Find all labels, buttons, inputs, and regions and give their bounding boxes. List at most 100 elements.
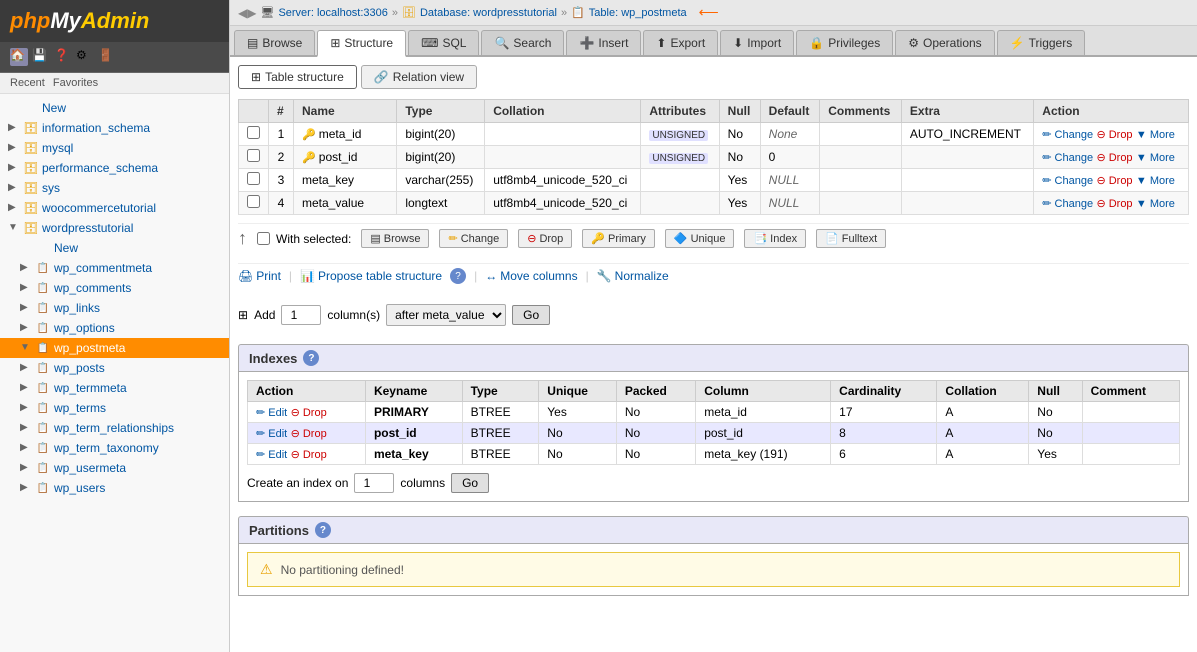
idx-edit-1[interactable]: ✏ Edit (256, 428, 287, 440)
row-collation-post_id (485, 146, 641, 169)
with-selected-change[interactable]: ✏ Change (439, 229, 508, 248)
tree-type-icon-wp_term_taxonomy: 📋 (35, 440, 51, 456)
sidebar-item-wp_links[interactable]: ▶📋wp_links (0, 298, 229, 318)
idx-drop-0[interactable]: ⊖ Drop (291, 407, 327, 419)
tree-type-icon-wp_commentmeta: 📋 (35, 260, 51, 276)
tab-privileges[interactable]: 🔒Privileges (796, 30, 893, 55)
add-cols-go[interactable]: Go (512, 305, 550, 325)
settings-icon[interactable]: ⚙ (76, 48, 94, 66)
sidebar-item-wp_postmeta[interactable]: ▼📋wp_postmeta (0, 338, 229, 358)
sidebar-item-sys[interactable]: ▶🗄sys (0, 178, 229, 198)
tab-operations[interactable]: ⚙Operations (895, 30, 994, 55)
breadcrumb-server[interactable]: Server: localhost:3306 (278, 7, 387, 19)
action-change-meta_value[interactable]: ✏ Change (1042, 198, 1093, 210)
tab-structure[interactable]: ⊞Structure (317, 30, 406, 57)
tools-sep3: | (586, 269, 589, 283)
help-badge-propose[interactable]: ? (450, 268, 466, 284)
recent-link[interactable]: Recent (10, 77, 45, 89)
sidebar-item-wp_users[interactable]: ▶📋wp_users (0, 478, 229, 498)
with-selected-unique[interactable]: 🔷 Unique (665, 229, 735, 248)
print-link[interactable]: 🖨 Print (238, 269, 281, 283)
with-selected-browse[interactable]: ▤ Browse (361, 229, 429, 248)
indexes-help-icon[interactable]: ? (303, 350, 319, 366)
action-more-meta_key[interactable]: ▼ More (1136, 175, 1175, 187)
expand-icon-wp_comments: ▶ (20, 282, 32, 294)
breadcrumb-database[interactable]: Database: wordpresstutorial (420, 7, 557, 19)
with-selected-primary[interactable]: 🔑 Primary (582, 229, 655, 248)
sidebar-item-performance_schema[interactable]: ▶🗄performance_schema (0, 158, 229, 178)
tree-type-icon-sys: 🗄 (23, 180, 39, 196)
sidebar-item-wpt_new[interactable]: New (0, 238, 229, 258)
tab-triggers[interactable]: ⚡Triggers (997, 30, 1086, 55)
action-drop-meta_key[interactable]: ⊖ Drop (1096, 175, 1132, 187)
idx-drop-2[interactable]: ⊖ Drop (291, 449, 327, 461)
row-checkbox-meta_id[interactable] (247, 126, 260, 139)
sidebar-item-wp_usermeta[interactable]: ▶📋wp_usermeta (0, 458, 229, 478)
propose-link[interactable]: 📊 Propose table structure (300, 269, 442, 283)
table-row: 3meta_keyvarchar(255)utf8mb4_unicode_520… (239, 169, 1189, 192)
sidebar-item-wp_termmeta[interactable]: ▶📋wp_termmeta (0, 378, 229, 398)
sidebar-item-wp_commentmeta[interactable]: ▶📋wp_commentmeta (0, 258, 229, 278)
subtab-table-structure[interactable]: ⊞ Table structure (238, 65, 357, 89)
tools-sep1: | (289, 269, 292, 283)
sidebar-item-wp_options[interactable]: ▶📋wp_options (0, 318, 229, 338)
subtab-relation-view[interactable]: 🔗 Relation view (361, 65, 477, 89)
create-index-number[interactable] (354, 473, 394, 493)
expand-icon-wp_usermeta: ▶ (20, 462, 32, 474)
normalize-link[interactable]: 🔧 Normalize (597, 269, 669, 283)
subtab-icon-table-structure: ⊞ (251, 70, 261, 84)
tab-sql[interactable]: ⌨SQL (408, 30, 479, 55)
action-change-post_id[interactable]: ✏ Change (1042, 152, 1093, 164)
add-cols-number[interactable] (281, 305, 321, 325)
favorites-link[interactable]: Favorites (53, 77, 98, 89)
action-drop-meta_id[interactable]: ⊖ Drop (1096, 129, 1132, 141)
sidebar-item-woocommercetutorial[interactable]: ▶🗄woocommercetutorial (0, 198, 229, 218)
home-icon[interactable]: 🏠 (10, 48, 28, 66)
db-icon[interactable]: 💾 (32, 48, 50, 66)
exit-icon[interactable]: 🚪 (98, 48, 116, 66)
sidebar-item-wp_term_relationships[interactable]: ▶📋wp_term_relationships (0, 418, 229, 438)
partitions-help-icon[interactable]: ? (315, 522, 331, 538)
row-checkbox-meta_key[interactable] (247, 172, 260, 185)
move-columns-link[interactable]: ↔ Move columns (485, 269, 577, 283)
sidebar-item-wp_posts[interactable]: ▶📋wp_posts (0, 358, 229, 378)
idx-drop-1[interactable]: ⊖ Drop (291, 428, 327, 440)
with-selected-drop[interactable]: ⊖ Drop (518, 229, 572, 248)
idx-edit-2[interactable]: ✏ Edit (256, 449, 287, 461)
add-cols-position[interactable]: after meta_valueat the beginningat the e… (386, 304, 506, 326)
action-more-meta_id[interactable]: ▼ More (1136, 129, 1175, 141)
expand-icon-wp_postmeta: ▼ (20, 342, 32, 354)
sidebar-item-wordpresstutorial[interactable]: ▼🗄wordpresstutorial (0, 218, 229, 238)
action-drop-post_id[interactable]: ⊖ Drop (1096, 152, 1132, 164)
tab-insert[interactable]: ➕Insert (566, 30, 641, 55)
action-more-meta_value[interactable]: ▼ More (1136, 198, 1175, 210)
row-checkbox-post_id[interactable] (247, 149, 260, 162)
with-selected-fulltext[interactable]: 📄 Fulltext (816, 229, 886, 248)
tree-type-icon-wordpresstutorial: 🗄 (23, 220, 39, 236)
action-change-meta_id[interactable]: ✏ Change (1042, 129, 1093, 141)
row-checkbox-meta_value[interactable] (247, 195, 260, 208)
action-drop-meta_value[interactable]: ⊖ Drop (1096, 198, 1132, 210)
row-extra-meta_key (901, 169, 1033, 192)
help-icon[interactable]: ❓ (54, 48, 72, 66)
sidebar-item-wp_term_taxonomy[interactable]: ▶📋wp_term_taxonomy (0, 438, 229, 458)
idx-edit-0[interactable]: ✏ Edit (256, 407, 287, 419)
sidebar-item-new[interactable]: New (0, 98, 229, 118)
tab-browse[interactable]: ▤Browse (234, 30, 315, 55)
action-more-post_id[interactable]: ▼ More (1136, 152, 1175, 164)
with-selected-index[interactable]: 📑 Index (744, 229, 806, 248)
sidebar-item-information_schema[interactable]: ▶🗄information_schema (0, 118, 229, 138)
sidebar-item-wp_terms[interactable]: ▶📋wp_terms (0, 398, 229, 418)
action-change-meta_key[interactable]: ✏ Change (1042, 175, 1093, 187)
tab-search[interactable]: 🔍Search (481, 30, 564, 55)
tab-import[interactable]: ⬇Import (720, 30, 794, 55)
sidebar-item-mysql[interactable]: ▶🗄mysql (0, 138, 229, 158)
partitions-section: Partitions ? ⚠ No partitioning defined! (238, 516, 1189, 596)
tab-export[interactable]: ⬆Export (643, 30, 718, 55)
breadcrumb-table[interactable]: Table: wp_postmeta (589, 7, 687, 19)
sidebar-item-label-woocommercetutorial: woocommercetutorial (42, 201, 156, 215)
create-index-go[interactable]: Go (451, 473, 489, 493)
add-cols-icon: ⊞ (238, 308, 248, 322)
check-all-checkbox[interactable] (257, 232, 270, 245)
sidebar-item-wp_comments[interactable]: ▶📋wp_comments (0, 278, 229, 298)
